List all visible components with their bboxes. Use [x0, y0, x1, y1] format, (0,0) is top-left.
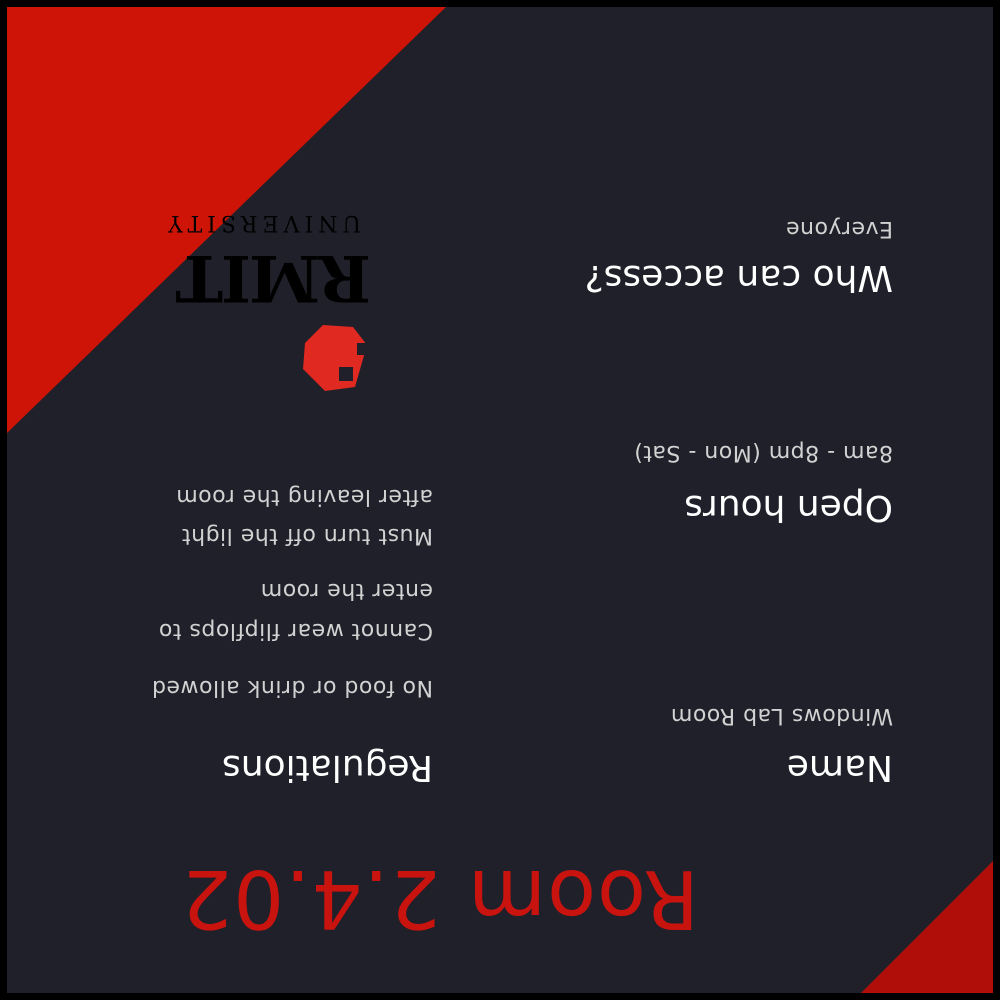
access-heading: Who can access? — [584, 257, 893, 298]
regulation-item: Cannot wear flipflops to — [158, 618, 433, 643]
rmit-wordmark: RMIT — [177, 240, 371, 315]
sign-content: Room 2.4.02 Name Windows Lab Room Open h… — [7, 7, 993, 993]
open-hours-heading: Open hours — [684, 487, 893, 528]
pixel-logo-icon — [303, 325, 367, 391]
regulation-item: No food or drink allowed — [151, 675, 434, 700]
open-hours-value: 8am - 8pm (Mon - Sat) — [633, 440, 893, 465]
name-value: Windows Lab Room — [670, 703, 893, 728]
regulation-item: after leaving the room — [175, 484, 433, 509]
regulation-item: enter the room — [260, 578, 433, 603]
university-label: UNIVERSITY — [163, 210, 361, 235]
regulation-item: Must turn off the light — [181, 523, 433, 548]
access-value: Everyone — [785, 216, 893, 241]
regulations-heading: Regulations — [222, 747, 433, 788]
room-title: Room 2.4.02 — [180, 852, 699, 945]
rmit-logo: RMIT UNIVERSITY — [135, 115, 395, 405]
name-heading: Name — [786, 747, 893, 788]
room-sign: Room 2.4.02 Name Windows Lab Room Open h… — [0, 0, 1000, 1000]
top-left-corner-triangle — [861, 861, 993, 993]
